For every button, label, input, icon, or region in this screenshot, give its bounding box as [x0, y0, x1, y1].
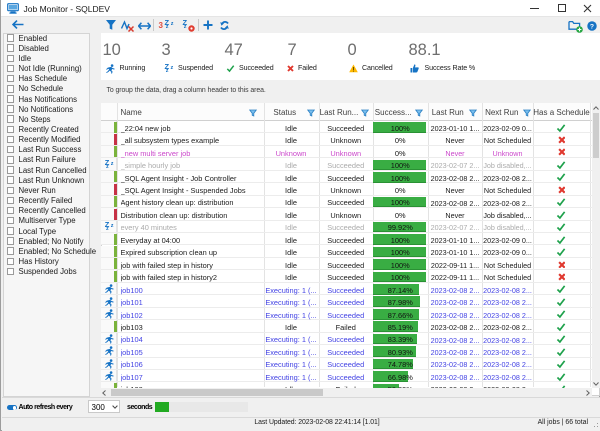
svg-text:?: ? — [590, 23, 594, 30]
